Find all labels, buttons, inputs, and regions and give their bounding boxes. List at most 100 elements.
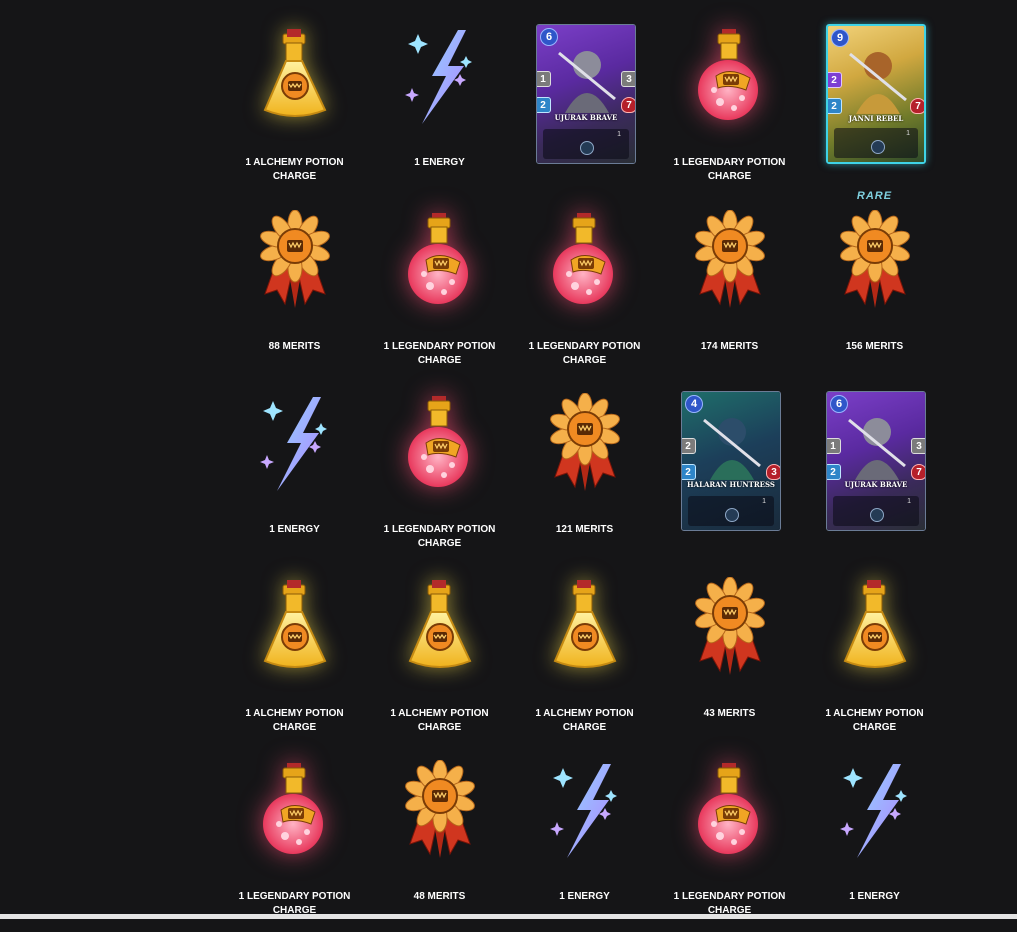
reward-label: 48 MERITS [413,891,466,902]
reward-item-merits: 174 MERITS [657,202,802,382]
reward-label: 1 ENERGY [849,891,900,902]
card-character-art [849,52,907,114]
reward-item-merits: 121 MERITS [512,385,657,565]
monster-card[interactable]: 6 1 2 3 7 UJURAK BRAVE 1 [826,391,926,531]
speed-stat: 2 [537,97,551,113]
merits-medal-icon [657,569,802,707]
reward-label: 1 LEGENDARY POTION CHARGE [383,341,496,366]
health-stat: 3 [766,464,780,480]
reward-item-legendary: 1 LEGENDARY POTION CHARGE [367,202,512,382]
reward-item-merits: 48 MERITS [367,752,512,932]
merits-medal-icon [367,752,512,890]
legendary-potion-icon [512,202,657,340]
energy-icon [367,18,512,156]
card-artwork: 6 1 2 3 7 UJURAK BRAVE 1 [512,18,657,164]
reward-item-legendary: 1 LEGENDARY POTION CHARGE [512,202,657,382]
reward-label: 1 ALCHEMY POTION CHARGE [535,708,634,733]
monster-card[interactable]: 9 2 2 7 JANNI REBEL 1 [826,24,926,164]
speed-stat: 2 [828,98,842,114]
attack-stat: 2 [682,438,696,454]
energy-icon [512,752,657,890]
merits-medal-icon [802,202,947,340]
bottom-border [0,914,1017,919]
card-level: 1 [617,131,621,138]
reward-item-energy: 1 ENERGY [802,752,947,932]
reward-item-legendary: 1 LEGENDARY POTION CHARGE [657,752,802,932]
reward-card-item: 4 2 2 3 HALARAN HUNTRESS 1 [657,385,802,565]
card-name: JANNI REBEL [848,114,904,123]
reward-label: 1 LEGENDARY POTION CHARGE [383,524,496,549]
card-artwork: 9 2 2 7 JANNI REBEL 1 RARE [802,18,947,202]
ability-icon [870,508,884,522]
ability-icon [871,140,885,154]
merits-medal-icon [512,385,657,523]
alchemy-potion-icon [367,569,512,707]
reward-item-merits: 156 MERITS [802,202,947,382]
card-level: 1 [906,130,910,137]
card-name: UJURAK BRAVE [554,113,618,122]
card-name: HALARAN HUNTRESS [687,480,775,489]
merits-medal-icon [657,202,802,340]
mana-cost: 6 [540,28,558,46]
reward-item-legendary: 1 LEGENDARY POTION CHARGE [367,385,512,565]
speed-stat: 2 [682,464,696,480]
armor-stat: 3 [911,438,925,454]
reward-label: 1 ENERGY [269,524,320,535]
ability-icon [580,141,594,155]
alchemy-potion-icon [512,569,657,707]
reward-label: 1 ALCHEMY POTION CHARGE [390,708,489,733]
reward-item-merits: 88 MERITS [222,202,367,382]
reward-card-item: 6 1 2 3 7 UJURAK BRAVE 1 [512,18,657,198]
reward-item-alchemy: 1 ALCHEMY POTION CHARGE [512,569,657,749]
reward-item-energy: 1 ENERGY [367,18,512,198]
attack-stat: 2 [828,72,842,88]
mana-cost: 6 [830,395,848,413]
reward-label: 174 MERITS [700,341,759,352]
monster-card[interactable]: 4 2 2 3 HALARAN HUNTRESS 1 [681,391,781,531]
card-character-art [558,51,616,113]
mana-cost: 9 [831,29,849,47]
reward-label: 1 ALCHEMY POTION CHARGE [245,157,344,182]
reward-label: 43 MERITS [703,708,756,719]
reward-item-energy: 1 ENERGY [222,385,367,565]
reward-label: 1 LEGENDARY POTION CHARGE [673,157,786,182]
reward-item-merits: 43 MERITS [657,569,802,749]
reward-item-alchemy: 1 ALCHEMY POTION CHARGE [222,18,367,198]
reward-card-item: 9 2 2 7 JANNI REBEL 1 RARE [802,18,947,202]
reward-item-alchemy: 1 ALCHEMY POTION CHARGE [222,569,367,749]
attack-stat: 1 [827,438,841,454]
legendary-potion-icon [657,752,802,890]
rewards-grid: 1 ALCHEMY POTION CHARGE 1 ENERGY 6 1 2 3… [222,0,947,916]
reward-label: 1 LEGENDARY POTION CHARGE [528,341,641,366]
reward-item-legendary: 1 LEGENDARY POTION CHARGE [222,752,367,932]
legendary-potion-icon [657,18,802,156]
energy-icon [802,752,947,890]
reward-label: 1 ENERGY [414,157,465,168]
mana-cost: 4 [685,395,703,413]
legendary-potion-icon [367,202,512,340]
reward-item-alchemy: 1 ALCHEMY POTION CHARGE [802,569,947,749]
ability-icon [725,508,739,522]
attack-stat: 1 [537,71,551,87]
health-stat: 7 [910,98,924,114]
card-character-art [848,418,906,480]
reward-card-item: 6 1 2 3 7 UJURAK BRAVE 1 [802,385,947,565]
rarity-label: RARE [856,190,893,202]
reward-label: 88 MERITS [268,341,321,352]
reward-label: 1 ALCHEMY POTION CHARGE [245,708,344,733]
legendary-potion-icon [367,385,512,523]
reward-item-alchemy: 1 ALCHEMY POTION CHARGE [367,569,512,749]
legendary-potion-icon [222,752,367,890]
alchemy-potion-icon [222,569,367,707]
health-stat: 7 [621,97,635,113]
card-character-art [703,418,761,480]
card-artwork: 4 2 2 3 HALARAN HUNTRESS 1 [657,385,802,531]
monster-card[interactable]: 6 1 2 3 7 UJURAK BRAVE 1 [536,24,636,164]
reward-label: 1 ALCHEMY POTION CHARGE [825,708,924,733]
reward-item-energy: 1 ENERGY [512,752,657,932]
alchemy-potion-icon [802,569,947,707]
reward-label: 121 MERITS [555,524,614,535]
reward-item-legendary: 1 LEGENDARY POTION CHARGE [657,18,802,198]
armor-stat: 3 [621,71,635,87]
alchemy-potion-icon [222,18,367,156]
